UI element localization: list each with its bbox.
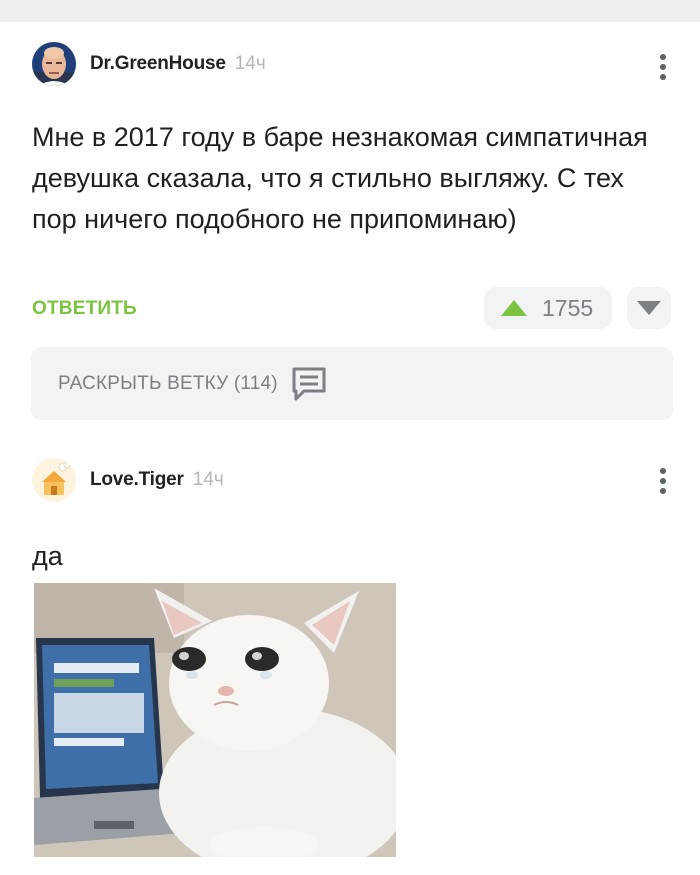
dot-icon bbox=[660, 64, 666, 70]
bald-man-avatar-icon bbox=[32, 42, 76, 86]
more-options-button[interactable] bbox=[656, 466, 670, 496]
comment-bubble-icon bbox=[292, 367, 326, 400]
dot-icon bbox=[660, 488, 666, 494]
user-avatar[interactable] bbox=[32, 458, 76, 502]
upvote-rating[interactable]: 1755 bbox=[484, 287, 612, 329]
timestamp: 14ч bbox=[234, 53, 266, 74]
dot-icon bbox=[660, 468, 666, 474]
upvote-arrow-icon[interactable] bbox=[500, 299, 528, 317]
crying-cat-meme-image[interactable] bbox=[34, 583, 396, 857]
cartoon-house-avatar-icon bbox=[32, 458, 76, 502]
timestamp: 14ч bbox=[192, 469, 224, 490]
comment-header: Love.Tiger 14ч bbox=[32, 458, 224, 502]
username[interactable]: Dr.GreenHouse bbox=[90, 53, 226, 75]
top-divider-strip bbox=[0, 0, 700, 22]
user-avatar[interactable] bbox=[32, 42, 76, 86]
more-options-button[interactable] bbox=[656, 52, 670, 82]
comment-text: да bbox=[32, 541, 63, 571]
dot-icon bbox=[660, 54, 666, 60]
downvote-arrow-icon bbox=[637, 301, 661, 315]
comment-header: Dr.GreenHouse 14ч bbox=[32, 42, 266, 86]
reply-button[interactable]: ОТВЕТИТЬ bbox=[32, 298, 137, 320]
expand-thread-label: РАСКРЫТЬ ВЕТКУ (114) bbox=[58, 372, 278, 394]
downvote-button[interactable] bbox=[627, 287, 671, 329]
dot-icon bbox=[660, 74, 666, 80]
comment-text: Мне в 2017 году в баре незнакомая симпат… bbox=[32, 122, 648, 234]
username[interactable]: Love.Tiger bbox=[90, 469, 184, 491]
expand-thread-button[interactable]: РАСКРЫТЬ ВЕТКУ (114) bbox=[31, 347, 673, 420]
crying-cat-icon bbox=[34, 583, 396, 857]
dot-icon bbox=[660, 478, 666, 484]
rating-count: 1755 bbox=[542, 294, 594, 321]
